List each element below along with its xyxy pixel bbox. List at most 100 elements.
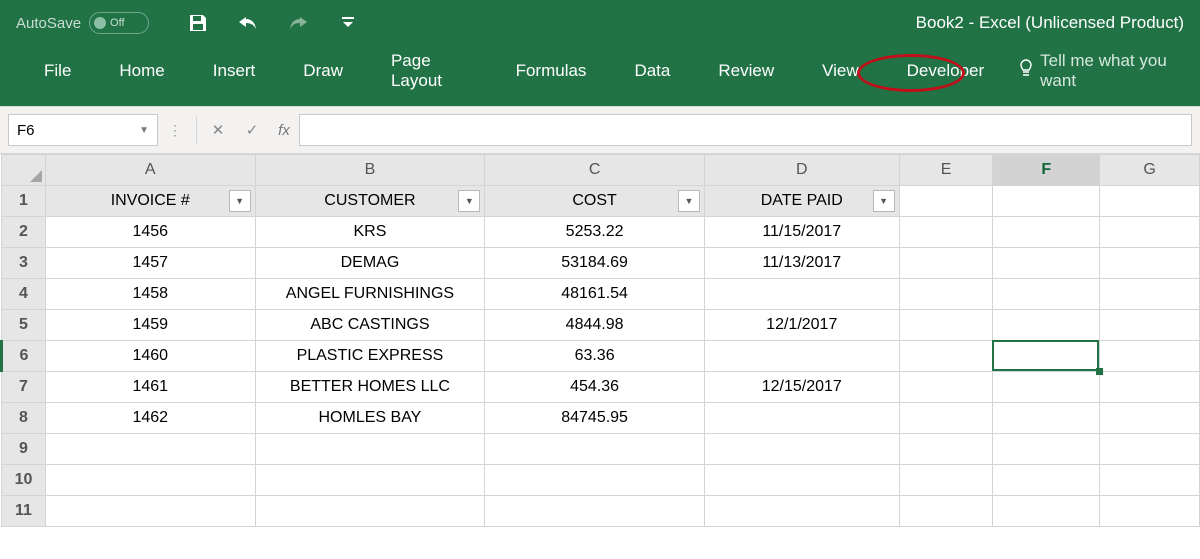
- column-header-C[interactable]: C: [485, 155, 705, 186]
- cell-E6[interactable]: [899, 341, 993, 372]
- cell-E8[interactable]: [899, 403, 993, 434]
- cell-G1[interactable]: [1100, 186, 1200, 217]
- cell-G10[interactable]: [1100, 465, 1200, 496]
- cell-F3[interactable]: [993, 248, 1100, 279]
- column-header-F[interactable]: F: [993, 155, 1100, 186]
- cell-F10[interactable]: [993, 465, 1100, 496]
- formula-input[interactable]: [299, 114, 1192, 146]
- cell-E5[interactable]: [899, 310, 993, 341]
- cell-G11[interactable]: [1100, 496, 1200, 527]
- cell-F1[interactable]: [993, 186, 1100, 217]
- row-header-2[interactable]: 2: [2, 217, 46, 248]
- cell-F5[interactable]: [993, 310, 1100, 341]
- filter-button-A[interactable]: ▼: [229, 190, 251, 212]
- cell-D11[interactable]: [704, 496, 899, 527]
- cell-F11[interactable]: [993, 496, 1100, 527]
- cell-B1[interactable]: CUSTOMER▼: [255, 186, 485, 217]
- cell-G2[interactable]: [1100, 217, 1200, 248]
- cell-C2[interactable]: 5253.22: [485, 217, 705, 248]
- cell-A3[interactable]: 1457: [45, 248, 255, 279]
- cell-D5[interactable]: 12/1/2017: [704, 310, 899, 341]
- cell-C10[interactable]: [485, 465, 705, 496]
- cell-B11[interactable]: [255, 496, 485, 527]
- name-box[interactable]: F6 ▼: [8, 114, 158, 146]
- cell-C11[interactable]: [485, 496, 705, 527]
- cell-B5[interactable]: ABC CASTINGS: [255, 310, 485, 341]
- name-box-dropdown-icon[interactable]: ▼: [139, 125, 149, 136]
- cell-F9[interactable]: [993, 434, 1100, 465]
- cell-C9[interactable]: [485, 434, 705, 465]
- cell-F7[interactable]: [993, 372, 1100, 403]
- cell-B8[interactable]: HOMLES BAY: [255, 403, 485, 434]
- cell-D2[interactable]: 11/15/2017: [704, 217, 899, 248]
- cell-C6[interactable]: 63.36: [485, 341, 705, 372]
- row-header-11[interactable]: 11: [2, 496, 46, 527]
- cell-B10[interactable]: [255, 465, 485, 496]
- row-header-5[interactable]: 5: [2, 310, 46, 341]
- column-header-A[interactable]: A: [45, 155, 255, 186]
- row-header-7[interactable]: 7: [2, 372, 46, 403]
- cell-D8[interactable]: [704, 403, 899, 434]
- column-header-D[interactable]: D: [704, 155, 899, 186]
- row-header-6[interactable]: 6: [2, 341, 46, 372]
- column-header-G[interactable]: G: [1100, 155, 1200, 186]
- cell-C7[interactable]: 454.36: [485, 372, 705, 403]
- cell-D3[interactable]: 11/13/2017: [704, 248, 899, 279]
- cell-B7[interactable]: BETTER HOMES LLC: [255, 372, 485, 403]
- cell-G7[interactable]: [1100, 372, 1200, 403]
- tab-insert[interactable]: Insert: [199, 55, 270, 87]
- select-all-corner[interactable]: [2, 155, 46, 186]
- cell-E1[interactable]: [899, 186, 993, 217]
- column-header-B[interactable]: B: [255, 155, 485, 186]
- cell-E3[interactable]: [899, 248, 993, 279]
- tell-me-search[interactable]: Tell me what you want: [1018, 51, 1170, 91]
- save-icon[interactable]: [187, 12, 209, 34]
- cell-D10[interactable]: [704, 465, 899, 496]
- row-header-1[interactable]: 1: [2, 186, 46, 217]
- tab-draw[interactable]: Draw: [289, 55, 357, 87]
- cell-C8[interactable]: 84745.95: [485, 403, 705, 434]
- cell-A5[interactable]: 1459: [45, 310, 255, 341]
- cell-G4[interactable]: [1100, 279, 1200, 310]
- filter-button-D[interactable]: ▼: [873, 190, 895, 212]
- fx-icon[interactable]: fx: [269, 116, 299, 144]
- cell-A6[interactable]: 1460: [45, 341, 255, 372]
- cell-G3[interactable]: [1100, 248, 1200, 279]
- tab-review[interactable]: Review: [704, 55, 788, 87]
- cell-B9[interactable]: [255, 434, 485, 465]
- cell-A11[interactable]: [45, 496, 255, 527]
- cell-F6[interactable]: [993, 341, 1100, 372]
- cell-A10[interactable]: [45, 465, 255, 496]
- worksheet-grid[interactable]: ABCDEFG1INVOICE #▼CUSTOMER▼COST▼DATE PAI…: [0, 154, 1200, 559]
- cell-E11[interactable]: [899, 496, 993, 527]
- cell-C3[interactable]: 53184.69: [485, 248, 705, 279]
- row-header-4[interactable]: 4: [2, 279, 46, 310]
- tab-file[interactable]: File: [30, 55, 85, 87]
- cell-C4[interactable]: 48161.54: [485, 279, 705, 310]
- undo-icon[interactable]: [237, 12, 259, 34]
- cell-F8[interactable]: [993, 403, 1100, 434]
- cell-A7[interactable]: 1461: [45, 372, 255, 403]
- cell-D4[interactable]: [704, 279, 899, 310]
- cell-C1[interactable]: COST▼: [485, 186, 705, 217]
- cell-E9[interactable]: [899, 434, 993, 465]
- tab-developer[interactable]: Developer: [893, 55, 999, 87]
- cell-E2[interactable]: [899, 217, 993, 248]
- redo-icon[interactable]: [287, 12, 309, 34]
- cell-B4[interactable]: ANGEL FURNISHINGS: [255, 279, 485, 310]
- row-header-9[interactable]: 9: [2, 434, 46, 465]
- cell-C5[interactable]: 4844.98: [485, 310, 705, 341]
- tab-home[interactable]: Home: [105, 55, 178, 87]
- filter-button-C[interactable]: ▼: [678, 190, 700, 212]
- cell-A9[interactable]: [45, 434, 255, 465]
- autosave-toggle[interactable]: AutoSave Off: [16, 12, 149, 34]
- row-header-10[interactable]: 10: [2, 465, 46, 496]
- cell-E4[interactable]: [899, 279, 993, 310]
- cell-B6[interactable]: PLASTIC EXPRESS: [255, 341, 485, 372]
- row-header-8[interactable]: 8: [2, 403, 46, 434]
- cell-F4[interactable]: [993, 279, 1100, 310]
- cell-E7[interactable]: [899, 372, 993, 403]
- cell-D6[interactable]: [704, 341, 899, 372]
- cell-A1[interactable]: INVOICE #▼: [45, 186, 255, 217]
- cell-D7[interactable]: 12/15/2017: [704, 372, 899, 403]
